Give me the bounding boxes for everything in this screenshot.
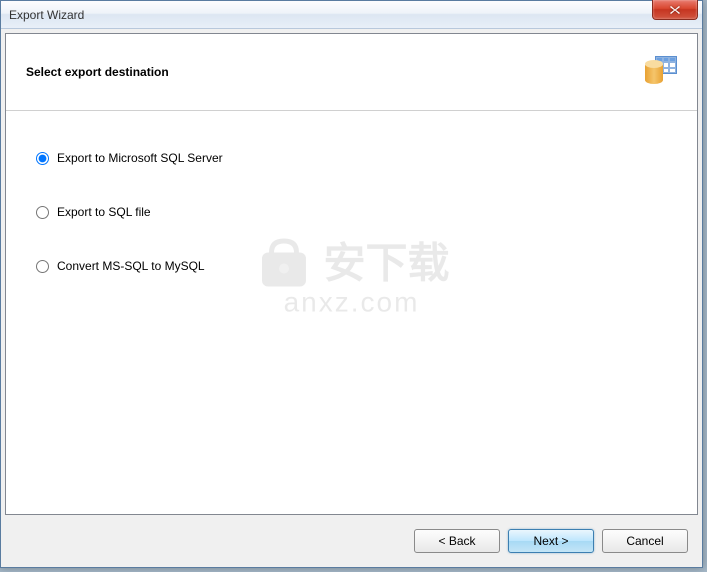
radio-export-sqlfile[interactable]	[36, 206, 49, 219]
back-button[interactable]: < Back	[414, 529, 500, 553]
label-export-mssql: Export to Microsoft SQL Server	[57, 151, 223, 165]
window-title: Export Wizard	[9, 8, 84, 22]
options-section: Export to Microsoft SQL Server Export to…	[6, 111, 697, 514]
page-title: Select export destination	[26, 65, 169, 79]
radio-export-mssql[interactable]	[36, 152, 49, 165]
next-button[interactable]: Next >	[508, 529, 594, 553]
database-export-icon	[645, 56, 677, 88]
radio-convert-mysql[interactable]	[36, 260, 49, 273]
export-wizard-window: Export Wizard Select export destination	[0, 0, 703, 568]
titlebar: Export Wizard	[1, 1, 702, 29]
option-export-mssql[interactable]: Export to Microsoft SQL Server	[36, 151, 667, 165]
content-panel: Select export destination Export to Micr…	[5, 33, 698, 515]
option-convert-mysql[interactable]: Convert MS-SQL to MySQL	[36, 259, 667, 273]
label-convert-mysql: Convert MS-SQL to MySQL	[57, 259, 205, 273]
close-icon	[669, 5, 681, 15]
content-outer: Select export destination Export to Micr…	[1, 29, 702, 567]
cancel-button[interactable]: Cancel	[602, 529, 688, 553]
wizard-header: Select export destination	[6, 34, 697, 111]
close-button[interactable]	[652, 0, 698, 20]
label-export-sqlfile: Export to SQL file	[57, 205, 151, 219]
option-export-sqlfile[interactable]: Export to SQL file	[36, 205, 667, 219]
button-bar: < Back Next > Cancel	[1, 519, 702, 567]
